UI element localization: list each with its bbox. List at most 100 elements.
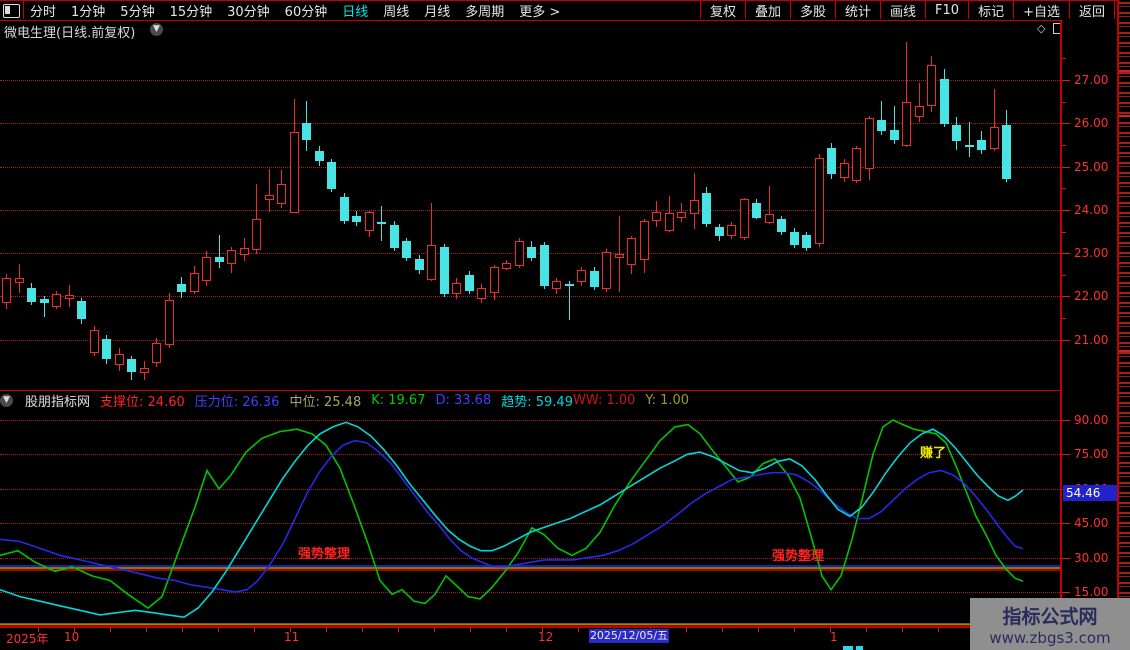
candle-body-up bbox=[427, 245, 436, 280]
candle-body-down bbox=[940, 79, 949, 124]
period-tab-15分钟[interactable]: 15分钟 bbox=[170, 1, 213, 20]
candle-body-down bbox=[565, 284, 574, 286]
candle-body-down bbox=[352, 216, 361, 222]
bottom-strip bbox=[0, 645, 1117, 650]
x-axis-tick bbox=[326, 628, 327, 632]
x-axis: 2025年10111212025/12/05/五 bbox=[0, 627, 1117, 646]
candle-body-up bbox=[665, 213, 674, 231]
x-axis-tick bbox=[290, 628, 291, 632]
action-button-+自选[interactable]: +自选 bbox=[1013, 1, 1069, 19]
action-button-多股[interactable]: 多股 bbox=[790, 1, 835, 19]
price-gridline bbox=[0, 123, 1060, 124]
right-edge-vertical-toolbar[interactable] bbox=[1117, 0, 1130, 650]
price-tick bbox=[1062, 167, 1070, 168]
candle-body-down bbox=[102, 339, 111, 359]
price-tick bbox=[1062, 340, 1070, 341]
candle-body-up bbox=[615, 254, 624, 258]
candle-body-up bbox=[140, 368, 149, 373]
chart-annotation: 赚了 bbox=[920, 442, 946, 461]
action-button-统计[interactable]: 统计 bbox=[835, 1, 880, 19]
x-axis-tick bbox=[686, 628, 687, 632]
period-tab-5分钟[interactable]: 5分钟 bbox=[120, 1, 154, 20]
candle-body-down bbox=[752, 203, 761, 217]
period-tab-月线[interactable]: 月线 bbox=[424, 1, 450, 20]
action-button-画线[interactable]: 画线 bbox=[880, 1, 925, 19]
candle-body-up bbox=[2, 278, 11, 303]
action-button-返回[interactable]: 返回 bbox=[1069, 1, 1115, 19]
window-layout-icon[interactable] bbox=[3, 4, 20, 18]
x-axis-tick bbox=[542, 628, 543, 632]
period-tab-分时[interactable]: 分时 bbox=[30, 1, 56, 20]
price-minor-tick bbox=[1062, 188, 1066, 189]
x-axis-tick bbox=[38, 628, 39, 632]
candle-body-up bbox=[15, 278, 24, 283]
candle-body-down bbox=[327, 162, 336, 189]
x-axis-tick bbox=[146, 628, 147, 632]
watermark-title: 指标公式网 bbox=[970, 602, 1130, 629]
candle-body-up bbox=[677, 212, 686, 219]
price-minor-tick bbox=[1062, 318, 1066, 319]
diamond-icon[interactable]: ◇ bbox=[1037, 22, 1045, 35]
candlestick-chart[interactable] bbox=[0, 38, 1060, 390]
action-button-叠加[interactable]: 叠加 bbox=[745, 1, 790, 19]
candle-body-up bbox=[290, 132, 299, 213]
x-axis-tick bbox=[506, 628, 507, 632]
axis-tick-label: 75.00 bbox=[1074, 447, 1108, 461]
price-gridline bbox=[0, 210, 1060, 211]
x-axis-tick bbox=[74, 628, 75, 632]
cut-off-label-fragment bbox=[856, 646, 863, 650]
candle-body-up bbox=[227, 250, 236, 264]
candle-body-up bbox=[765, 214, 774, 222]
indicator-tick bbox=[1062, 523, 1070, 524]
period-tab-多周期[interactable]: 多周期 bbox=[465, 1, 504, 20]
candle-body-down bbox=[702, 193, 711, 224]
candle-body-down bbox=[540, 245, 549, 285]
period-tab-1分钟[interactable]: 1分钟 bbox=[71, 1, 105, 20]
candle-body-down bbox=[877, 120, 886, 131]
indicator-chart[interactable]: 强势整理强势整理赚了 bbox=[0, 405, 1060, 627]
axis-tick-label: 21.00 bbox=[1074, 333, 1108, 347]
indicator-tick bbox=[1062, 420, 1070, 421]
candle-body-up bbox=[265, 195, 274, 200]
candle-body-down bbox=[177, 284, 186, 292]
candle-body-up bbox=[990, 127, 999, 149]
candle-body-up bbox=[190, 273, 199, 293]
price-gridline bbox=[0, 340, 1060, 341]
x-axis-tick bbox=[830, 628, 831, 632]
price-gridline bbox=[0, 296, 1060, 297]
indicator-line-趋势 bbox=[0, 422, 1023, 617]
period-tab-日线[interactable]: 日线 bbox=[342, 1, 368, 20]
candle-body-down bbox=[315, 151, 324, 161]
price-tick bbox=[1062, 253, 1070, 254]
candle-body-down bbox=[40, 299, 49, 303]
price-tick bbox=[1062, 123, 1070, 124]
candle-body-up bbox=[852, 148, 861, 180]
candle-body-up bbox=[902, 102, 911, 146]
candle-body-down bbox=[127, 359, 136, 372]
selected-date-badge: 2025/12/05/五 bbox=[589, 629, 669, 643]
chevron-down-icon[interactable]: ▼ bbox=[150, 23, 163, 36]
action-button-复权[interactable]: 复权 bbox=[700, 1, 745, 19]
price-minor-tick bbox=[1062, 102, 1066, 103]
period-tab-周线[interactable]: 周线 bbox=[383, 1, 409, 20]
candle-body-down bbox=[377, 222, 386, 224]
period-tab-60分钟[interactable]: 60分钟 bbox=[285, 1, 328, 20]
action-button-标记[interactable]: 标记 bbox=[968, 1, 1013, 19]
indicator-tick bbox=[1062, 558, 1070, 559]
period-tab-更多 >[interactable]: 更多 > bbox=[519, 1, 560, 20]
candle-wick bbox=[569, 281, 570, 320]
candle-body-up bbox=[277, 184, 286, 204]
candle-body-down bbox=[790, 232, 799, 245]
price-gridline bbox=[0, 167, 1060, 168]
x-axis-tick bbox=[722, 628, 723, 632]
axis-tick-label: 26.00 bbox=[1074, 116, 1108, 130]
candle-body-down bbox=[777, 219, 786, 232]
candle-body-down bbox=[302, 123, 311, 139]
candle-body-up bbox=[727, 225, 736, 236]
price-tick bbox=[1062, 296, 1070, 297]
period-tab-30分钟[interactable]: 30分钟 bbox=[227, 1, 270, 20]
action-button-F10[interactable]: F10 bbox=[925, 1, 968, 19]
indicator-line-K bbox=[0, 420, 1023, 608]
candle-body-down bbox=[390, 225, 399, 248]
candle-body-down bbox=[465, 275, 474, 291]
